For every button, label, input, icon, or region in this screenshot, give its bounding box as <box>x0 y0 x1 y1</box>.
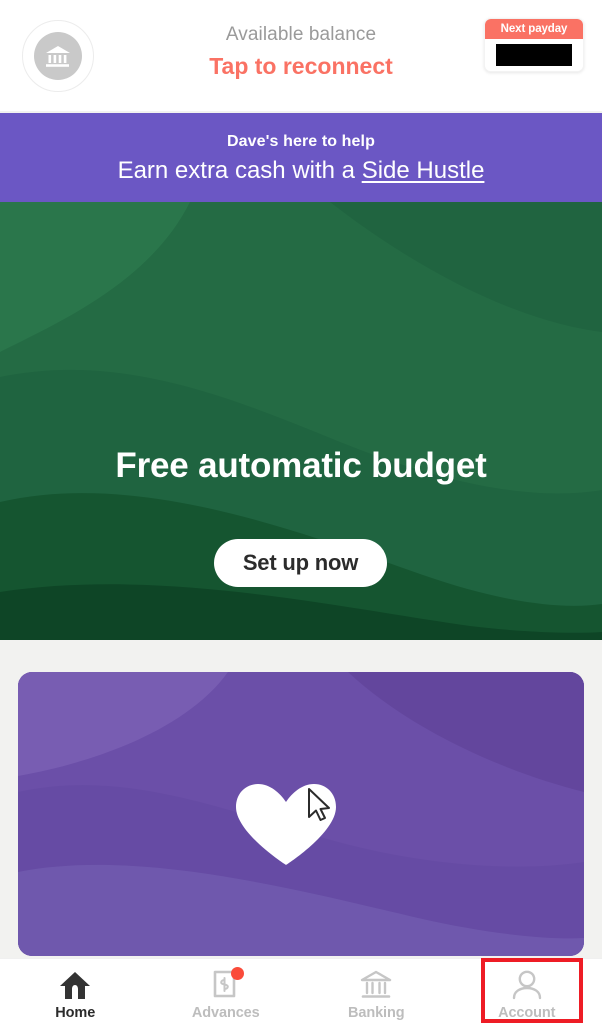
set-up-now-button[interactable]: Set up now <box>214 539 387 587</box>
side-hustle-link[interactable]: Side Hustle <box>362 157 485 184</box>
budget-card-title: Free automatic budget <box>115 446 487 485</box>
bank-columns-icon <box>359 969 393 1001</box>
person-account-icon <box>510 969 544 1001</box>
free-automatic-budget-card[interactable]: Free automatic budget Set up now <box>0 202 602 640</box>
next-payday-value <box>485 39 583 71</box>
advances-notification-badge <box>230 967 244 980</box>
redacted-date-block <box>496 44 572 66</box>
home-icon <box>58 969 92 1001</box>
promo-main-text: Earn extra cash with a Side Hustle <box>0 155 602 187</box>
tab-advances-label: Advances <box>191 1005 260 1021</box>
next-payday-badge[interactable]: Next payday <box>484 18 584 72</box>
advances-receipt-dollar-icon <box>209 967 244 1001</box>
dave-app-home-screen: Available balance Tap to reconnect Next … <box>0 0 602 1031</box>
tab-account[interactable]: Account <box>452 959 602 1031</box>
promo-text-prefix: Earn extra cash with a <box>117 157 362 184</box>
tab-banking-label: Banking <box>347 1005 405 1021</box>
tab-home[interactable]: Home <box>0 959 151 1031</box>
side-hustle-promo-banner[interactable]: Dave's here to help Earn extra cash with… <box>0 113 602 202</box>
bottom-tab-bar: Home Advances Banking Account <box>0 958 602 1031</box>
heart-icon[interactable] <box>232 783 340 865</box>
tab-home-label: Home <box>55 1005 96 1021</box>
tab-advances[interactable]: Advances <box>151 959 302 1031</box>
next-payday-label: Next payday <box>485 19 583 39</box>
app-header: Available balance Tap to reconnect Next … <box>0 0 602 111</box>
tab-account-label: Account <box>498 1005 556 1021</box>
tab-banking[interactable]: Banking <box>301 959 452 1031</box>
promo-kicker: Dave's here to help <box>227 133 375 150</box>
